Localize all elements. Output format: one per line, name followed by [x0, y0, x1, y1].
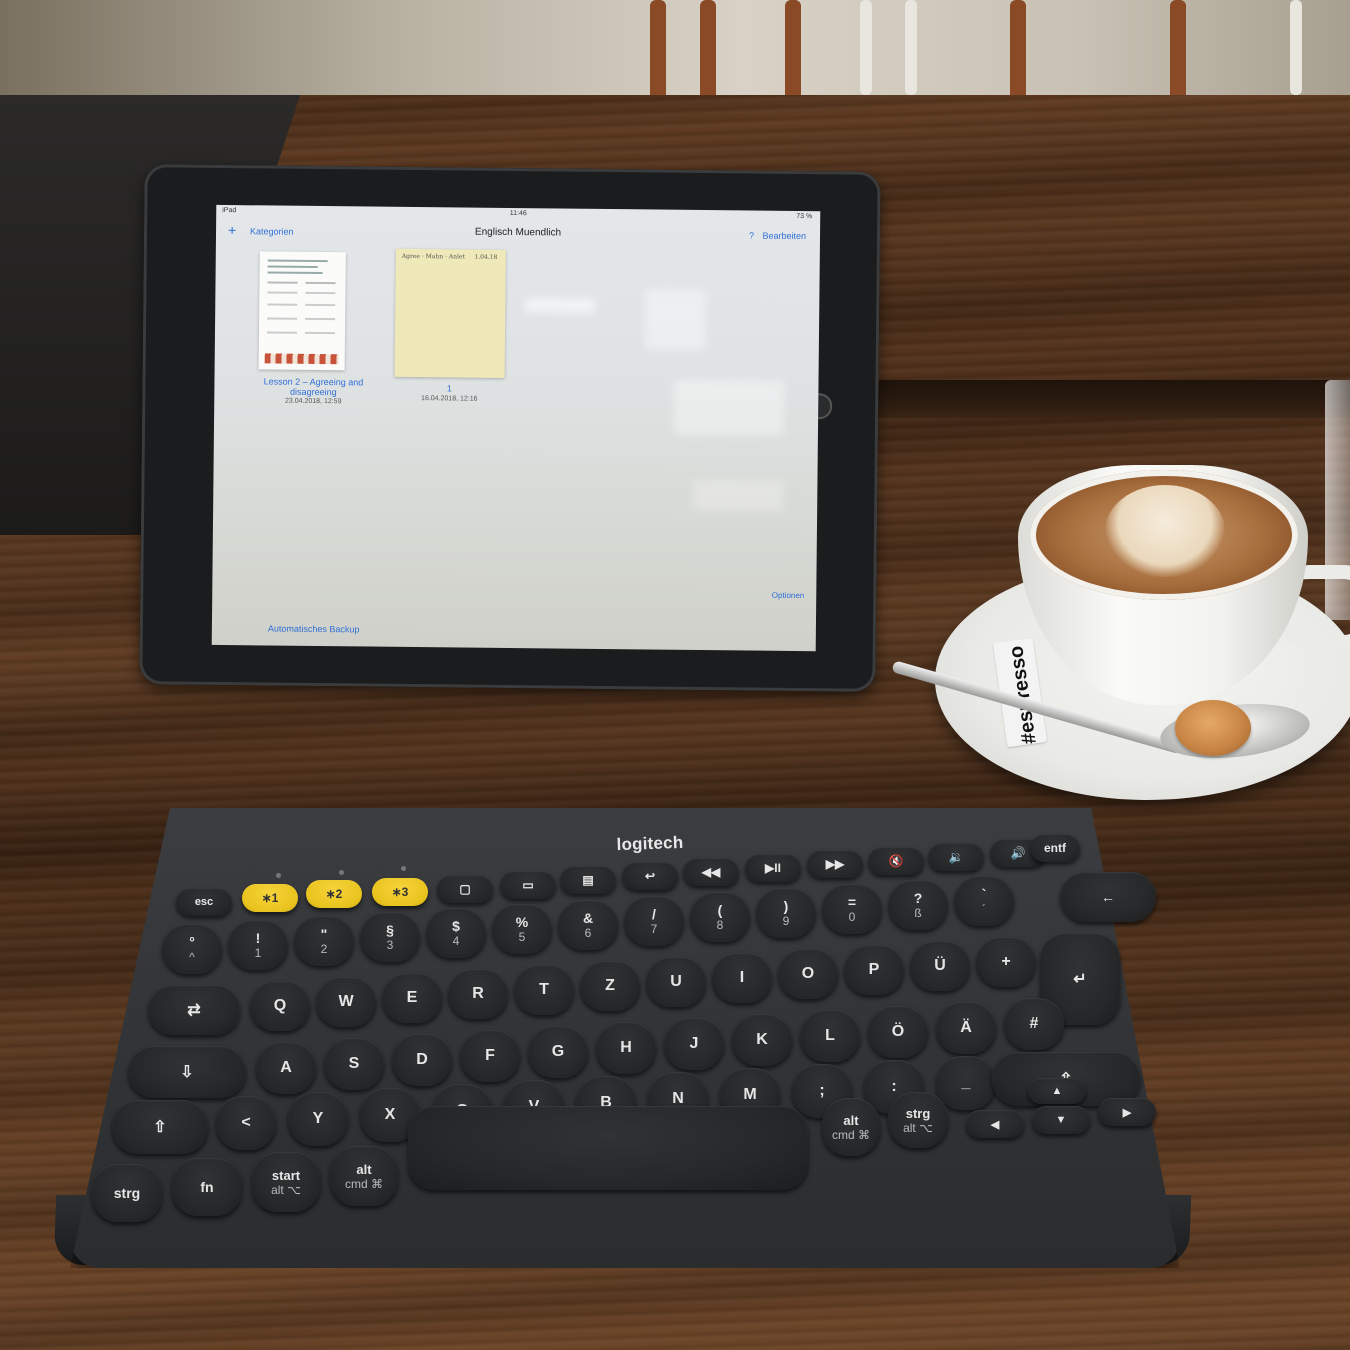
ipad-screen: iPad 11:46 73 % + Kategorien Englisch Mu…	[211, 204, 821, 652]
battery-indicator: 73 %	[796, 212, 813, 221]
key-num-13[interactable]: ←	[1060, 872, 1156, 922]
key-a-1[interactable]: A	[256, 1042, 316, 1094]
key-y-1[interactable]: <	[216, 1096, 276, 1150]
key-a-11[interactable]: Ä	[936, 1002, 996, 1054]
key-num-7[interactable]: /7	[624, 896, 684, 946]
key-num-2[interactable]: " 2	[294, 916, 354, 966]
white-chair-leg	[905, 0, 917, 95]
document-title[interactable]: 1	[394, 383, 504, 394]
key-q-9[interactable]: O	[778, 949, 838, 999]
key-arrow-down[interactable]: ▼	[1032, 1106, 1090, 1134]
document-thumbnail[interactable]: Agree · Mahn · Anlet 1.04.18	[394, 248, 506, 378]
chair-leg	[785, 0, 801, 100]
key-a-0[interactable]: ⇩	[128, 1046, 246, 1098]
chair-leg	[1010, 0, 1026, 100]
automatic-backup-button[interactable]: Automatisches Backup	[268, 623, 360, 634]
key-num-6[interactable]: & 6	[558, 900, 618, 950]
key-q-8[interactable]: I	[712, 953, 772, 1003]
key-fn-14[interactable]: entf	[1030, 834, 1080, 862]
key-num-5[interactable]: % 5	[492, 904, 552, 954]
key-fn-9[interactable]: ▶II	[745, 854, 801, 882]
nav-bar: + Kategorien Englisch Muendlich ? Bearbe…	[216, 217, 820, 249]
key-num-4[interactable]: $4	[426, 908, 486, 958]
key-fn-8[interactable]: ◀◀	[683, 858, 739, 886]
key-num-9[interactable]: ) 9	[756, 888, 816, 938]
key-a-8[interactable]: K	[732, 1014, 792, 1066]
key-a-10[interactable]: Ö	[868, 1006, 928, 1058]
key-a-6[interactable]: H	[596, 1022, 656, 1074]
key-num-12[interactable]: ` ´	[954, 876, 1014, 926]
key-a-3[interactable]: D	[392, 1034, 452, 1086]
key-num-10[interactable]: = 0	[822, 884, 882, 934]
key-strg-right[interactable]: strg alt ⌥	[888, 1092, 948, 1148]
floor-background	[0, 0, 1350, 100]
amaretti-cookie	[1175, 700, 1251, 756]
key-fn-4[interactable]: ▢	[437, 875, 493, 903]
chair-leg	[1170, 0, 1186, 100]
key-q-6[interactable]: Z	[580, 961, 640, 1011]
key-q-5[interactable]: T	[514, 965, 574, 1015]
key-num-1[interactable]: ! 1	[228, 920, 288, 970]
key-q-10[interactable]: P	[844, 945, 904, 995]
chair-leg	[700, 0, 716, 100]
key-q-12[interactable]: +	[976, 937, 1036, 987]
key-y-2[interactable]: Y	[288, 1092, 348, 1146]
led-indicator	[401, 866, 406, 871]
key-fn-5[interactable]: ▭	[500, 871, 556, 899]
latte-art-heart	[1105, 485, 1225, 577]
key-fn-7[interactable]: ↩	[622, 862, 678, 890]
key-fn-3[interactable]: ∗3	[372, 878, 428, 906]
key-alt-left[interactable]: alt cmd ⌘	[330, 1146, 398, 1206]
key-arrow-left[interactable]: ◀	[966, 1110, 1024, 1138]
key-q-11[interactable]: Ü	[910, 941, 970, 991]
key-fn-0[interactable]: esc	[176, 888, 232, 916]
key-fn-2[interactable]: ∗2	[306, 880, 362, 908]
key-fn-12[interactable]: 🔉	[928, 843, 984, 871]
key-q-7[interactable]: U	[646, 957, 706, 1007]
key-y-11[interactable]: _	[936, 1056, 996, 1110]
key-alt-right[interactable]: alt cmd ⌘	[822, 1098, 880, 1156]
key-a-4[interactable]: F	[460, 1030, 520, 1082]
key-q-1[interactable]: Q	[250, 981, 310, 1031]
key-num-0[interactable]: ° ^	[162, 924, 222, 974]
key-space[interactable]	[408, 1106, 808, 1190]
document-thumbnail[interactable]	[258, 251, 346, 371]
key-a-9[interactable]: L	[800, 1010, 860, 1062]
key-fn-11[interactable]: 🔇	[868, 847, 924, 875]
key-num-8[interactable]: (8	[690, 892, 750, 942]
document-title[interactable]: Lesson 2 – Agreeing and disagreeing	[248, 376, 378, 397]
key-a-7[interactable]: J	[664, 1018, 724, 1070]
key-y-0[interactable]: ⇧	[112, 1100, 208, 1154]
help-icon[interactable]: ?	[749, 230, 754, 240]
led-indicator	[276, 873, 281, 878]
edit-button[interactable]: Bearbeiten	[762, 231, 806, 241]
key-q-0[interactable]: ⇄	[148, 985, 240, 1035]
key-arrow-right[interactable]: ▶	[1098, 1098, 1156, 1126]
key-q-4[interactable]: R	[448, 969, 508, 1019]
key-q-2[interactable]: W	[316, 977, 376, 1027]
document-date: 23.04.2018, 12:59	[284, 397, 342, 406]
key-arrow-up[interactable]: ▲	[1028, 1078, 1086, 1104]
chair-leg	[650, 0, 666, 100]
key-fn[interactable]: fn	[172, 1158, 242, 1216]
key-fn-6[interactable]: ▤	[560, 866, 616, 894]
key-strg-left[interactable]: strg	[92, 1164, 162, 1222]
key-num-11[interactable]: ? ß	[888, 880, 948, 930]
key-start[interactable]: start alt ⌥	[252, 1152, 320, 1212]
document-date: 16.04.2018, 12:16	[421, 395, 478, 403]
key-a-12[interactable]: #	[1004, 998, 1064, 1050]
ipad-device: iPad 11:46 73 % + Kategorien Englisch Mu…	[139, 164, 881, 692]
key-num-3[interactable]: § 3	[360, 912, 420, 962]
page-title: Englisch Muendlich	[474, 226, 562, 239]
key-q-3[interactable]: E	[382, 973, 442, 1023]
photo-scene: iPad 11:46 73 % + Kategorien Englisch Mu…	[0, 0, 1350, 1350]
key-a-2[interactable]: S	[324, 1038, 384, 1090]
key-a-5[interactable]: G	[528, 1026, 588, 1078]
led-indicator	[339, 870, 344, 875]
white-chair-leg	[1290, 0, 1302, 95]
key-fn-1[interactable]: ∗1	[242, 884, 298, 912]
white-chair-leg	[860, 0, 872, 95]
key-fn-10[interactable]: ▶▶	[807, 850, 863, 878]
options-button[interactable]: Optionen	[772, 591, 805, 600]
